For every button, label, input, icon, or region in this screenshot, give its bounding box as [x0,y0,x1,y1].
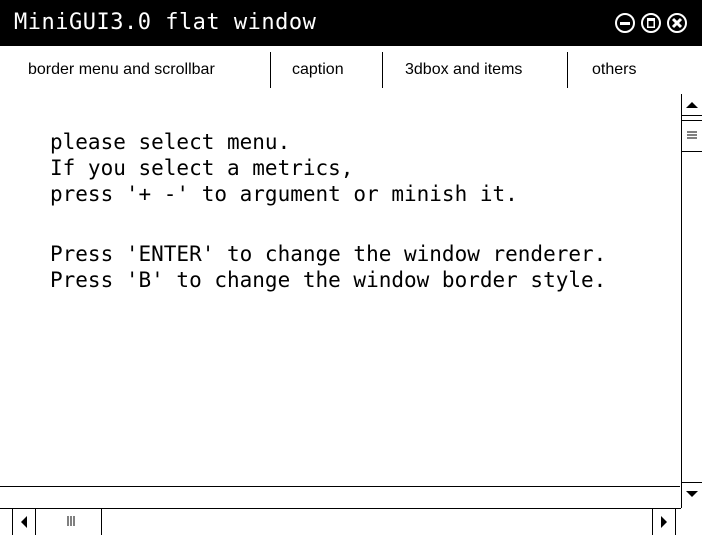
scroll-right-button[interactable] [652,509,676,535]
arrow-right-icon [661,516,667,528]
grip-lines-icon [67,516,75,526]
maximize-button[interactable] [641,13,661,33]
menu-separator [567,52,568,88]
scroll-left-button[interactable] [12,509,36,535]
menu-bar: border menu and scrollbar caption 3dbox … [0,46,702,94]
horizontal-scrollbar[interactable] [0,508,681,535]
menu-3dbox-and-items[interactable]: 3dbox and items [405,46,522,94]
menu-caption[interactable]: caption [292,46,344,94]
menu-others[interactable]: others [592,46,636,94]
title-bar[interactable]: MiniGUI3.0 flat window [0,0,702,46]
window-title: MiniGUI3.0 flat window [14,10,317,35]
arrow-up-icon [686,102,698,108]
scroll-down-button[interactable] [682,482,702,504]
close-icon [671,17,683,29]
maximize-icon [647,18,655,28]
arrow-down-icon [686,491,698,497]
info-line: press '+ -' to argument or minish it. [50,182,518,206]
grip-lines-icon [687,131,697,139]
minimize-button[interactable] [615,13,635,33]
scrollbar-corner [681,508,702,535]
info-line: Press 'B' to change the window border st… [50,268,607,292]
close-button[interactable] [667,13,687,33]
scroll-up-button[interactable] [682,94,702,116]
menu-border-menu-and-scrollbar[interactable]: border menu and scrollbar [28,46,215,94]
menu-separator [382,52,383,88]
vertical-scrollbar[interactable] [681,94,702,508]
client-area: please select menu. If you select a metr… [0,94,680,487]
arrow-left-icon [21,516,27,528]
vertical-scroll-thumb[interactable] [682,120,702,152]
menu-separator [270,52,271,88]
info-line: If you select a metrics, [50,156,354,180]
minimize-icon [620,22,630,25]
horizontal-scroll-thumb[interactable] [38,509,102,535]
info-line: please select menu. [50,130,291,154]
info-line: Press 'ENTER' to change the window rende… [50,242,607,266]
minigui-window: MiniGUI3.0 flat window border menu and s… [0,0,702,535]
